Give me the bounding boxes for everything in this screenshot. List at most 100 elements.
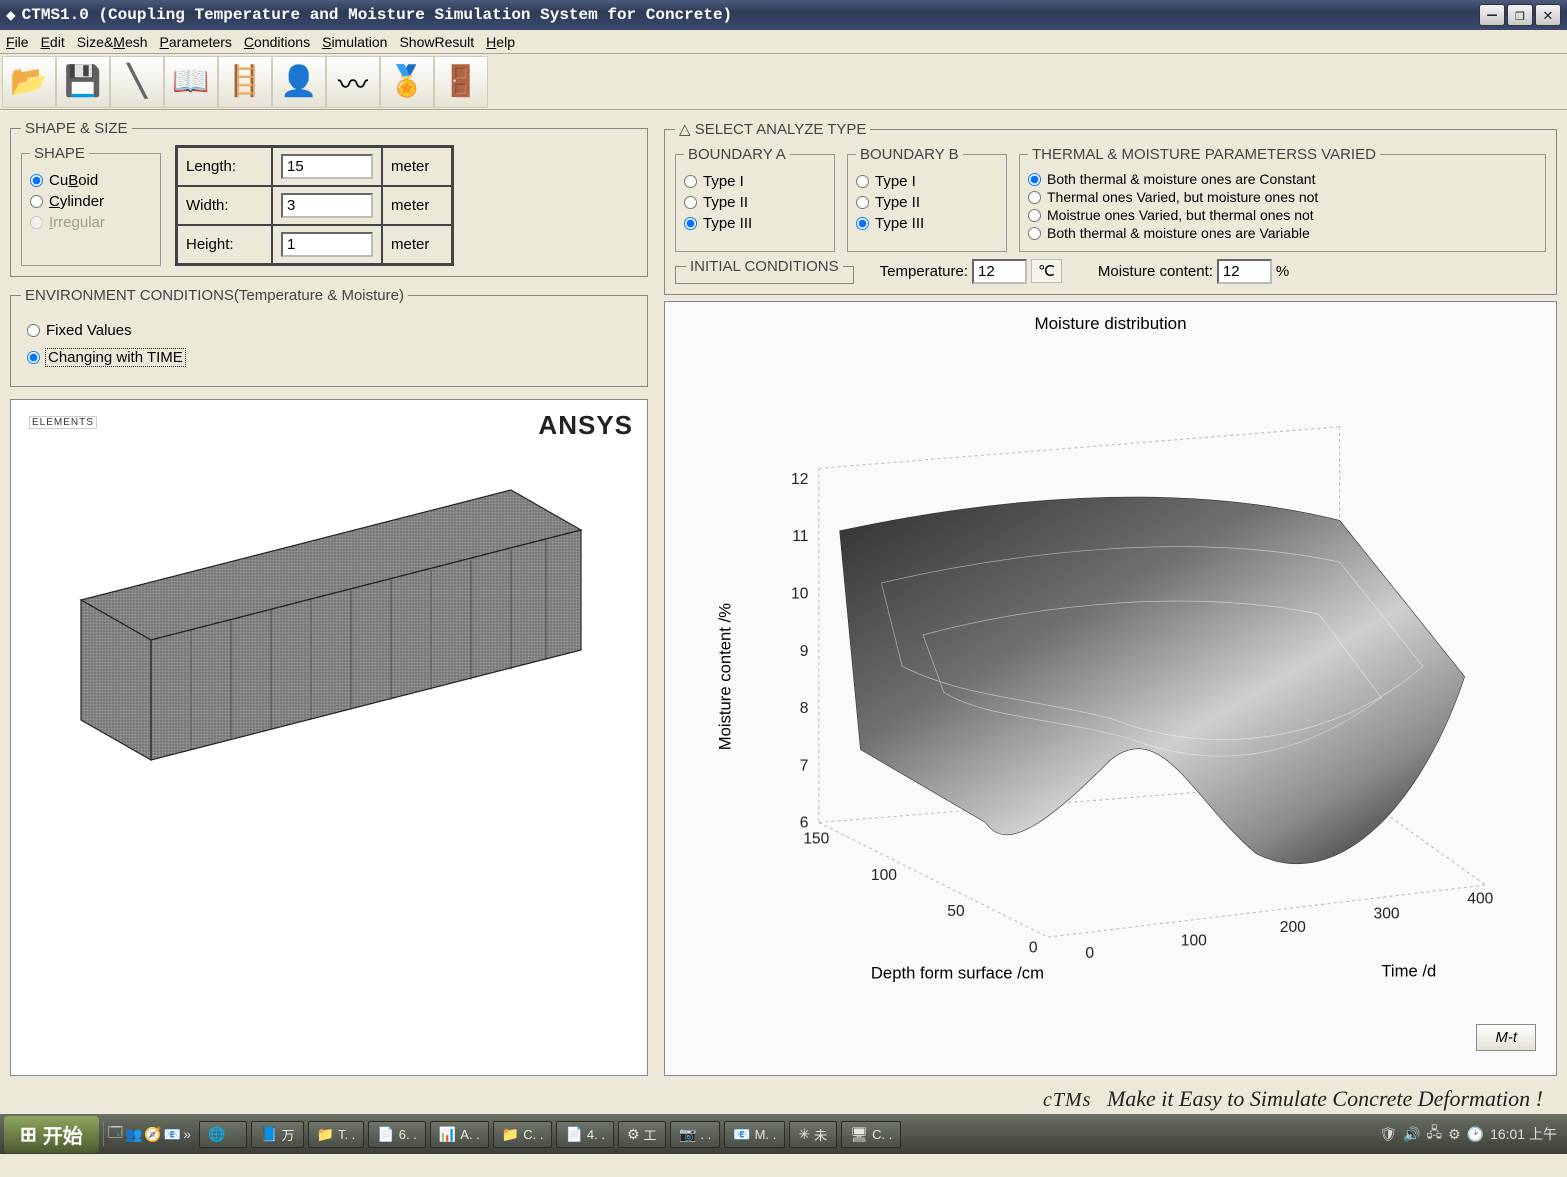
shape-irregular: Irregular bbox=[30, 214, 152, 231]
mesh-svg bbox=[41, 460, 621, 840]
taskbar-item[interactable]: 📧M. . bbox=[724, 1121, 785, 1148]
menu-sizemesh[interactable]: Size&Mesh bbox=[77, 34, 148, 50]
ql-expand-icon[interactable]: » bbox=[183, 1126, 191, 1142]
taskbar-item[interactable]: 📄4. . bbox=[556, 1121, 614, 1148]
analyze-legend: △ SELECT ANALYZE TYPE bbox=[675, 120, 870, 138]
env-fixed[interactable]: Fixed Values bbox=[27, 322, 631, 339]
taskbar-item[interactable]: 📘万 bbox=[251, 1121, 303, 1148]
slogan-brand: cTMs bbox=[1043, 1089, 1091, 1111]
close-button[interactable]: ✕ bbox=[1535, 4, 1561, 26]
menubar: File Edit Size&Mesh Parameters Condition… bbox=[0, 30, 1567, 54]
taskbar-item[interactable]: 📄6. . bbox=[368, 1121, 426, 1148]
ql-icon[interactable]: 📧 bbox=[164, 1126, 181, 1143]
menu-file[interactable]: File bbox=[6, 34, 29, 50]
taskbar: ⊞ 开始 🗔 👥 🧭 📧 » 🌐📘万📁T. .📄6. .📊A. .📁C. .📄4… bbox=[0, 1114, 1567, 1154]
start-button[interactable]: ⊞ 开始 bbox=[4, 1116, 99, 1153]
svg-text:0: 0 bbox=[1029, 940, 1038, 957]
app-icon: ◆ bbox=[6, 5, 16, 25]
env-changing[interactable]: Changing with TIME bbox=[27, 349, 631, 366]
surface-polygon bbox=[840, 497, 1465, 864]
menu-conditions[interactable]: Conditions bbox=[244, 34, 310, 50]
menu-parameters[interactable]: Parameters bbox=[160, 34, 232, 50]
clock: 16:01 上午 bbox=[1490, 1124, 1557, 1144]
width-label: Width: bbox=[177, 186, 272, 225]
open-folder-icon[interactable]: 📂 bbox=[2, 56, 56, 108]
taskbar-item[interactable]: 📁C. . bbox=[493, 1121, 553, 1148]
x-axis-label: Depth form surface /cm bbox=[871, 964, 1044, 983]
temp-label: Temperature: bbox=[880, 263, 968, 280]
env-changing-radio[interactable] bbox=[27, 351, 40, 364]
shape-cuboid[interactable]: CuBoid bbox=[30, 172, 152, 189]
z-axis-label: Moisture content /% bbox=[715, 603, 734, 750]
tray-icon[interactable]: 🖧 bbox=[1426, 1122, 1442, 1146]
book-icon[interactable]: 📖 bbox=[164, 56, 218, 108]
menu-simulation[interactable]: Simulation bbox=[322, 34, 387, 50]
window-title: CTMS1.0 (Coupling Temperature and Moistu… bbox=[22, 6, 733, 24]
taskbar-item[interactable]: 📊A. . bbox=[430, 1121, 489, 1148]
ql-icon[interactable]: 👥 bbox=[125, 1126, 142, 1143]
boundA-type2[interactable]: Type II bbox=[684, 194, 826, 211]
env-fixed-radio[interactable] bbox=[27, 324, 40, 337]
tray-icon[interactable]: 🕑 bbox=[1467, 1126, 1484, 1143]
boundB-type1[interactable]: Type I bbox=[856, 173, 998, 190]
wave-icon[interactable]: 〰 bbox=[326, 56, 380, 108]
shape-irregular-radio bbox=[30, 216, 43, 229]
width-unit: meter bbox=[382, 186, 452, 225]
menu-help[interactable]: Help bbox=[486, 34, 515, 50]
user-icon[interactable]: 👤 bbox=[272, 56, 326, 108]
boundary-b-group: BOUNDARY B Type I Type II Type III bbox=[847, 146, 1007, 252]
taskbar-item[interactable]: ✳未 bbox=[789, 1121, 837, 1148]
tray-icon[interactable]: ⚙ bbox=[1448, 1126, 1461, 1143]
svg-text:100: 100 bbox=[1181, 932, 1207, 949]
boundB-type3[interactable]: Type III bbox=[856, 215, 998, 232]
initial-legend: INITIAL CONDITIONS bbox=[686, 258, 843, 275]
svg-text:400: 400 bbox=[1467, 891, 1493, 908]
taskbar-items: 🌐📘万📁T. .📄6. .📊A. .📁C. .📄4. .⚙工📷. .📧M. .✳… bbox=[199, 1121, 901, 1148]
taskbar-item[interactable]: 🌐 bbox=[199, 1121, 247, 1148]
params-opt2[interactable]: Thermal ones Varied, but moisture ones n… bbox=[1028, 189, 1537, 205]
shape-cylinder-radio[interactable] bbox=[30, 195, 43, 208]
taskbar-item[interactable]: 📷. . bbox=[670, 1121, 720, 1148]
taskbar-item[interactable]: 🖥C. . bbox=[841, 1121, 901, 1148]
env-legend: ENVIRONMENT CONDITIONS(Temperature & Moi… bbox=[21, 287, 408, 304]
menu-showresult[interactable]: ShowResult bbox=[399, 34, 474, 50]
params-opt3[interactable]: Moistrue ones Varied, but thermal ones n… bbox=[1028, 207, 1537, 223]
height-input[interactable] bbox=[281, 232, 373, 257]
y-axis-label: Time /d bbox=[1381, 962, 1436, 981]
boundA-type1[interactable]: Type I bbox=[684, 173, 826, 190]
tray-icon[interactable]: 🔊 bbox=[1403, 1126, 1420, 1143]
tray-icon[interactable]: 🛡 bbox=[1379, 1126, 1397, 1143]
plot-title: Moisture distribution bbox=[673, 314, 1548, 334]
medal-icon[interactable]: 🏅 bbox=[380, 56, 434, 108]
save-icon[interactable]: 💾 bbox=[56, 56, 110, 108]
boundary-b-legend: BOUNDARY B bbox=[856, 146, 963, 163]
mt-button[interactable]: M-t bbox=[1476, 1024, 1536, 1051]
moist-input[interactable] bbox=[1217, 259, 1272, 284]
exit-icon[interactable]: 🚪 bbox=[434, 56, 488, 108]
taskbar-item[interactable]: 📁T. . bbox=[308, 1121, 365, 1148]
env-fixed-label: Fixed Values bbox=[46, 322, 132, 339]
width-input[interactable] bbox=[281, 193, 373, 218]
boundB-type2[interactable]: Type II bbox=[856, 194, 998, 211]
minimize-button[interactable]: — bbox=[1479, 4, 1505, 26]
system-tray: 🛡 🔊 🖧 ⚙ 🕑 16:01 上午 bbox=[1379, 1122, 1563, 1146]
moist-label: Moisture content: bbox=[1098, 263, 1213, 280]
ladder-icon[interactable]: 🪜 bbox=[218, 56, 272, 108]
maximize-button[interactable]: ❐ bbox=[1507, 4, 1533, 26]
length-input[interactable] bbox=[281, 154, 373, 179]
ql-icon[interactable]: 🧭 bbox=[144, 1126, 161, 1143]
length-label: Length: bbox=[177, 147, 272, 186]
temp-input[interactable] bbox=[972, 259, 1027, 284]
menu-edit[interactable]: Edit bbox=[41, 34, 65, 50]
params-opt1[interactable]: Both thermal & moisture ones are Constan… bbox=[1028, 171, 1537, 187]
params-opt4[interactable]: Both thermal & moisture ones are Variabl… bbox=[1028, 225, 1537, 241]
shape-cuboid-radio[interactable] bbox=[30, 174, 43, 187]
svg-text:11: 11 bbox=[792, 528, 808, 545]
boundA-type3[interactable]: Type III bbox=[684, 215, 826, 232]
dimensions-grid: Length: meter Width: meter Height: meter bbox=[175, 145, 454, 266]
slash-icon[interactable]: ╲ bbox=[110, 56, 164, 108]
svg-text:100: 100 bbox=[871, 867, 897, 884]
taskbar-item[interactable]: ⚙工 bbox=[618, 1121, 666, 1148]
ql-icon[interactable]: 🗔 bbox=[108, 1122, 123, 1146]
shape-cylinder[interactable]: Cylinder bbox=[30, 193, 152, 210]
